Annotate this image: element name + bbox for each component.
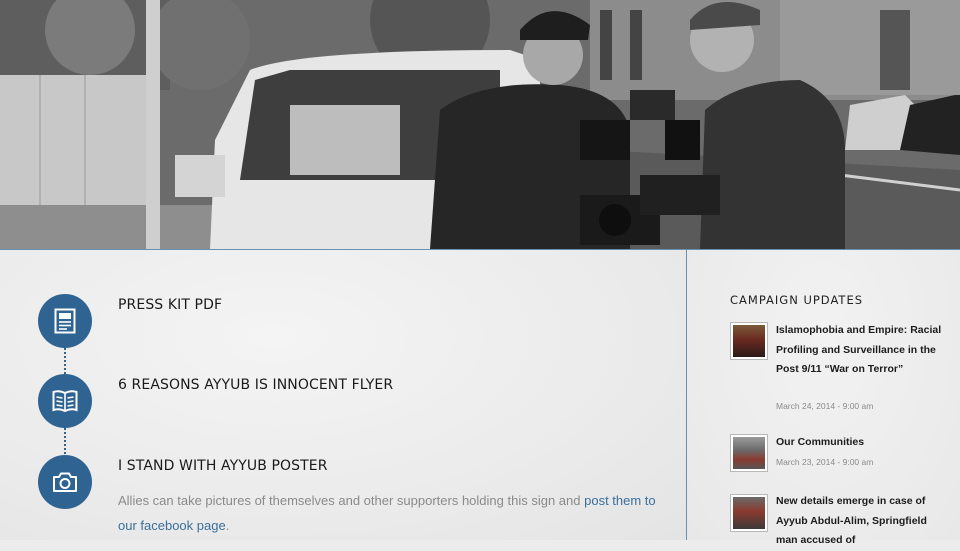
post-thumbnail[interactable] [730,434,768,472]
poster-description-end: . [225,518,230,533]
poster-description-text: Allies can take pictures of themselves a… [118,493,585,508]
post-thumbnail[interactable] [730,494,768,532]
poster-circle[interactable] [38,455,92,509]
poster-link[interactable]: I STAND WITH AYYUB POSTER [118,458,328,474]
press-kit-circle[interactable] [38,294,92,348]
post-title-link[interactable]: Our Communities [776,433,946,453]
document-icon [54,308,76,334]
press-kit-link[interactable]: PRESS KIT PDF [118,297,222,313]
poster-description: Allies can take pictures of themselves a… [118,488,658,538]
post-title-link[interactable]: New details emerge in case of Ayyub Abdu… [776,492,946,551]
hero-image [0,0,960,249]
post-thumbnail[interactable] [730,322,768,360]
flyer-link[interactable]: 6 REASONS AYYUB IS INNOCENT FLYER [118,377,393,393]
post-date: March 23, 2014 - 9:00 am [776,457,874,467]
flyer-circle[interactable] [38,374,92,428]
post-title-link[interactable]: Islamophobia and Empire: Racial Profilin… [776,321,946,380]
camera-icon [53,472,77,492]
campaign-updates-heading: CAMPAIGN UPDATES [730,293,864,307]
post-date: March 24, 2014 - 9:00 am [776,401,874,411]
book-icon [52,390,78,413]
